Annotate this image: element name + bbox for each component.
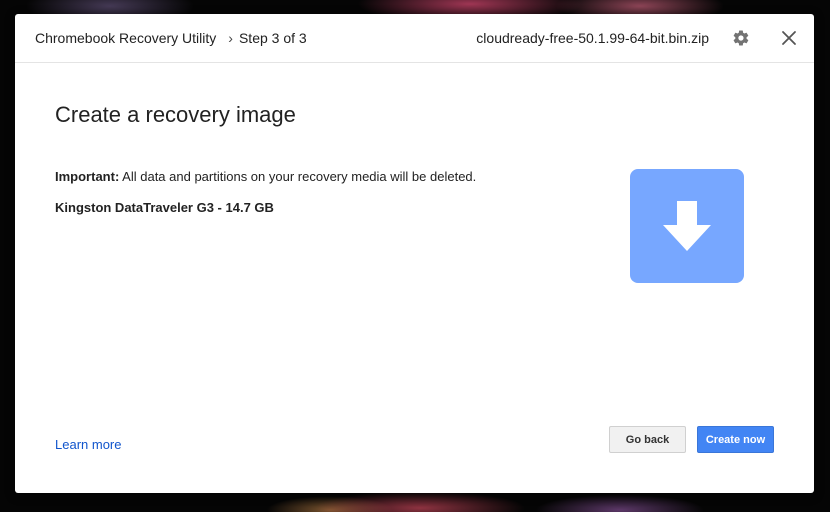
close-icon[interactable]	[780, 29, 798, 47]
selected-device: Kingston DataTraveler G3 - 14.7 GB	[55, 200, 274, 215]
learn-more-link[interactable]: Learn more	[55, 437, 121, 452]
recovery-dialog: Chromebook Recovery Utility › Step 3 of …	[15, 14, 814, 493]
create-now-button[interactable]: Create now	[697, 426, 774, 453]
image-filename: cloudready-free-50.1.99-64-bit.bin.zip	[476, 30, 709, 46]
gear-icon[interactable]	[732, 29, 750, 47]
go-back-button[interactable]: Go back	[609, 426, 686, 453]
step-indicator: Step 3 of 3	[238, 30, 307, 46]
step-separator: ›	[228, 30, 233, 46]
page-title: Create a recovery image	[55, 102, 296, 127]
app-title: Chromebook Recovery Utility	[35, 30, 217, 46]
download-illustration	[630, 169, 744, 283]
warning-label: Important:	[55, 169, 120, 184]
warning-text: All data and partitions on your recovery…	[119, 169, 477, 184]
download-arrow-icon	[663, 201, 711, 251]
dialog-header: Chromebook Recovery Utility › Step 3 of …	[15, 14, 814, 63]
deletion-warning: Important: All data and partitions on yo…	[55, 169, 476, 184]
